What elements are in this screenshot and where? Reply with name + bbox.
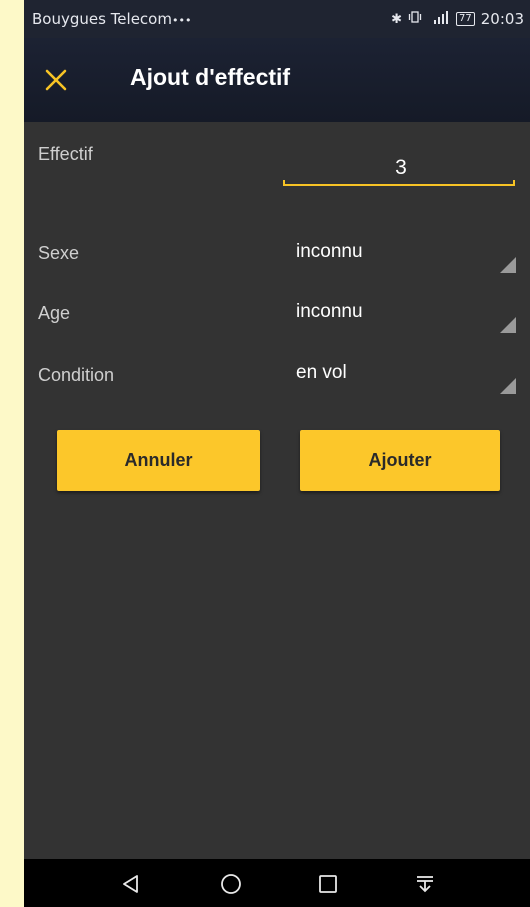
battery-indicator: 77 — [456, 12, 475, 26]
carrier-dots: ••• — [171, 14, 192, 27]
condition-value: en vol — [296, 362, 347, 383]
status-icons: ✱ 77 20:03 — [391, 10, 524, 28]
sexe-value: inconnu — [296, 241, 363, 262]
status-bar: Bouygues Telecom••• ✱ 77 20:03 — [24, 0, 530, 38]
status-time: 20:03 — [480, 10, 524, 28]
age-spinner[interactable]: inconnu — [296, 295, 516, 335]
effectif-input[interactable] — [283, 148, 519, 188]
condition-label: Condition — [38, 365, 115, 385]
close-button[interactable] — [36, 60, 76, 100]
effectif-label: Effectif — [38, 144, 93, 164]
home-icon — [221, 874, 241, 894]
carrier-name: Bouygues Telecom••• — [32, 10, 191, 28]
condition-spinner[interactable]: en vol — [296, 356, 516, 396]
carrier-label: Bouygues Telecom — [32, 10, 172, 28]
app-bar: Ajout d'effectif — [24, 38, 530, 122]
recents-icon — [319, 875, 337, 893]
bluetooth-icon: ✱ — [391, 11, 403, 27]
sexe-spinner[interactable]: inconnu — [296, 235, 516, 275]
back-icon — [123, 875, 138, 893]
dropdown-arrow-icon — [500, 257, 516, 273]
page-title: Ajout d'effectif — [130, 64, 291, 90]
navigation-bar — [24, 859, 530, 907]
phone-screen: Bouygues Telecom••• ✱ 77 20:03 Ajout d'e… — [24, 0, 530, 907]
nav-back-button[interactable] — [116, 869, 146, 899]
age-label: Age — [38, 303, 71, 323]
dropdown-arrow-icon — [500, 317, 516, 333]
age-value: inconnu — [296, 301, 363, 322]
nav-notifications-button[interactable] — [410, 869, 440, 899]
signal-icon — [428, 10, 450, 28]
dropdown-arrow-icon — [500, 378, 516, 394]
add-button[interactable]: Ajouter — [300, 430, 500, 491]
effectif-underline — [283, 180, 515, 186]
close-icon — [45, 69, 67, 91]
vibrate-icon — [408, 10, 422, 28]
cancel-button[interactable]: Annuler — [57, 430, 260, 491]
notifications-pull-icon — [417, 876, 433, 893]
nav-home-button[interactable] — [216, 869, 246, 899]
nav-recents-button[interactable] — [313, 869, 343, 899]
sexe-label: Sexe — [38, 243, 80, 263]
